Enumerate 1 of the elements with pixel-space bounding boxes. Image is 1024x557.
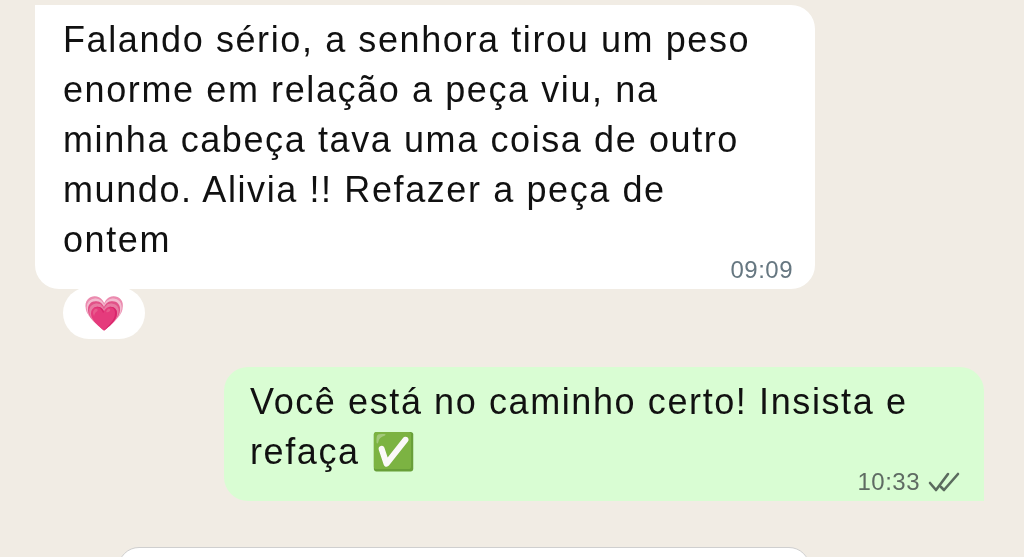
- reaction-badge[interactable]: 💗: [63, 287, 145, 339]
